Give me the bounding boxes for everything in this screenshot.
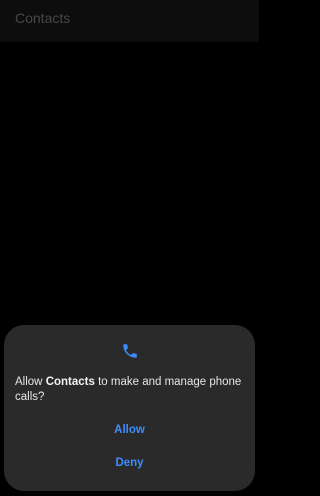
phone-icon <box>123 344 137 358</box>
app-name: Contacts <box>45 376 95 388</box>
message-prefix: Allow <box>15 376 46 388</box>
dialog-message: Allow Contacts to make and manage phone … <box>15 375 247 405</box>
allow-button[interactable]: Allow <box>24 417 235 443</box>
deny-button[interactable]: Deny <box>24 450 235 476</box>
permission-dialog: Allow Contacts to make and manage phone … <box>4 325 255 491</box>
